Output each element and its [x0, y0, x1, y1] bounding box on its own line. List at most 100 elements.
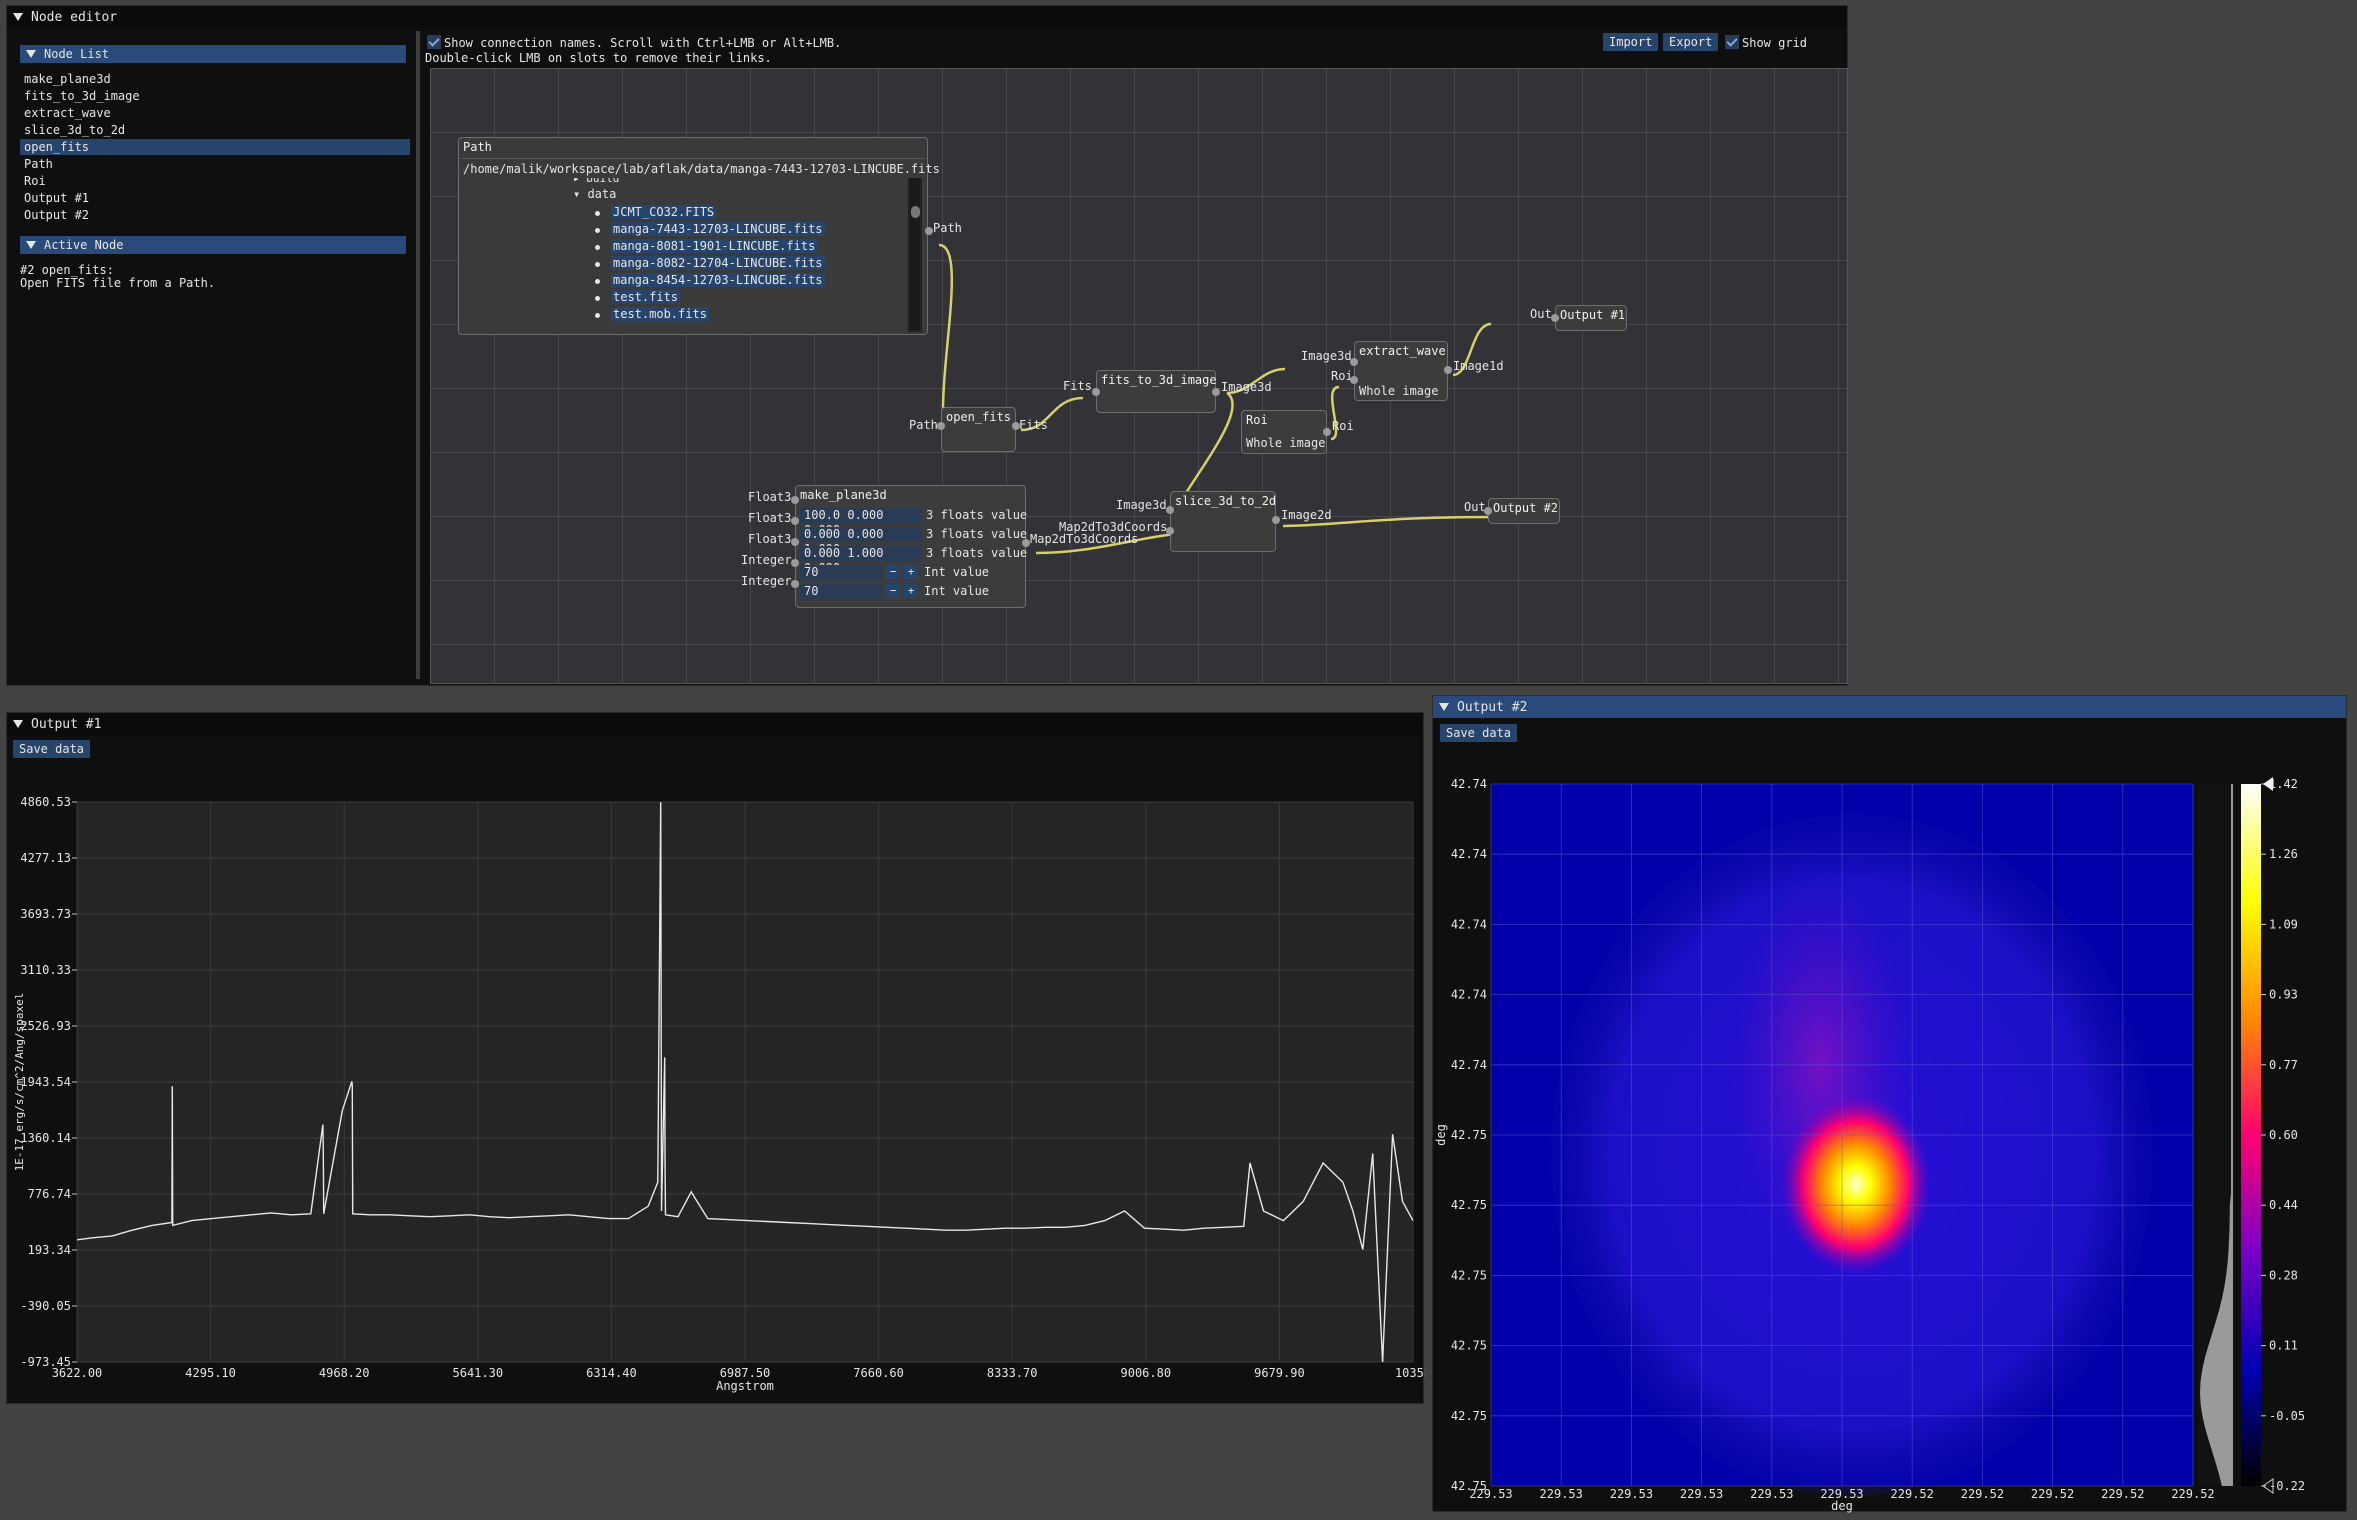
show-grid-checkbox[interactable] [1725, 35, 1739, 49]
int-input[interactable]: 70 [800, 565, 882, 580]
decrement-button[interactable]: − [886, 584, 900, 598]
node-list-item[interactable]: open_fits [20, 139, 410, 155]
extract-wave-output-slot[interactable] [1444, 366, 1452, 374]
output1-titlebar[interactable]: Output #1 [7, 713, 1423, 735]
colorbar-tick-label: -0.22 [2269, 1479, 2305, 1493]
make-plane3d-node[interactable]: make_plane3d 100.0 0.000 0.0003 floats v… [795, 485, 1027, 608]
collapse-triangle-icon[interactable] [13, 720, 23, 728]
active-node-header[interactable]: Active Node [20, 236, 406, 254]
open-fits-input-slot[interactable] [937, 422, 945, 430]
collapse-triangle-icon[interactable] [26, 241, 36, 249]
y-tick-label: 4860.53 [20, 795, 71, 809]
slice-3d-to-2d-node[interactable]: slice_3d_to_2d [1170, 491, 1276, 552]
plane-input-slot[interactable] [791, 496, 799, 504]
file-item[interactable]: manga-8081-1901-LINCUBE.fits [611, 239, 818, 253]
node-list-item[interactable]: make_plane3d [20, 71, 410, 87]
increment-button[interactable]: + [904, 584, 918, 598]
roi-node[interactable]: Roi Whole image [1241, 410, 1327, 454]
node-list-item[interactable]: Roi [20, 173, 410, 189]
output1-node[interactable]: Output #1 [1555, 305, 1627, 331]
show-connection-names-label: Show connection names. Scroll with Ctrl+… [444, 36, 842, 50]
y-tick-label: 42.74 [1451, 988, 1487, 1002]
colorbar-max-handle-icon[interactable] [2263, 777, 2273, 791]
colorbar-tick-label: 1.42 [2269, 777, 2298, 791]
file-item[interactable]: manga-8082-12704-LINCUBE.fits [611, 256, 825, 270]
slice-input2-slot[interactable] [1166, 527, 1174, 535]
colorbar-tick-label: 0.11 [2269, 1339, 2298, 1353]
export-button[interactable]: Export [1663, 33, 1719, 51]
slice-input1-slot[interactable] [1166, 506, 1174, 514]
file-item[interactable]: manga-7443-12703-LINCUBE.fits [611, 222, 825, 236]
node-list-item[interactable]: Output #1 [20, 190, 410, 206]
open-fits-node[interactable]: open_fits [941, 407, 1016, 452]
make-plane3d-output-label: Map2dTo3dCoords [1030, 532, 1139, 546]
colorbar-tick-label: 0.28 [2269, 1268, 2298, 1282]
float3-input[interactable]: 100.0 0.000 0.000 [800, 508, 922, 537]
slice-output-slot[interactable] [1272, 516, 1280, 524]
spectrum-plot[interactable]: 3622.00 4295.10 4968.20 5641.30 6314.40 6987.… [7, 735, 1425, 1395]
plane-input-slot[interactable] [791, 538, 799, 546]
bullet-icon [595, 313, 600, 318]
node-list-item[interactable]: Output #2 [20, 207, 410, 223]
node-list-panel: Node List make_plane3d fits_to_3d_image ex… [12, 31, 410, 679]
y-tick-label: 42.74 [1451, 917, 1487, 931]
path-output-slot[interactable] [925, 227, 933, 235]
plane-input-slot[interactable] [791, 580, 799, 588]
file-tree[interactable]: ▸ build ▾ data JCMT_CO32.FITS manga-7443-… [463, 178, 911, 332]
x-tick-label: 5641.30 [453, 1366, 504, 1380]
file-item[interactable]: test.mob.fits [611, 307, 709, 321]
output1-input-slot[interactable] [1551, 314, 1559, 322]
node-editor-titlebar[interactable]: Node editor [7, 6, 1847, 28]
fits-to-3d-output-slot[interactable] [1212, 388, 1220, 396]
panel-splitter[interactable] [416, 31, 420, 679]
show-connection-names-checkbox[interactable] [427, 35, 441, 49]
node-list-item[interactable]: extract_wave [20, 105, 410, 121]
file-item[interactable]: JCMT_CO32.FITS [611, 205, 717, 219]
extract-wave-input1-label: Image3d [1301, 349, 1352, 363]
y-tick-label: 42.75 [1451, 1479, 1487, 1493]
extract-wave-input2-slot[interactable] [1350, 376, 1358, 384]
tree-data[interactable]: ▾ data [573, 187, 616, 201]
node-list-header[interactable]: Node List [20, 45, 406, 63]
x-tick-label: 229.53 [1610, 1487, 1653, 1501]
collapse-triangle-icon[interactable] [1439, 703, 1449, 711]
show-grid-label: Show grid [1742, 36, 1808, 50]
tree-scrollbar[interactable] [908, 178, 922, 332]
y-tick-label: 42.74 [1451, 1058, 1487, 1072]
extract-wave-input1-slot[interactable] [1350, 358, 1358, 366]
plane-input-label: Float3 [748, 532, 792, 546]
roi-output-slot[interactable] [1323, 428, 1331, 436]
file-item[interactable]: manga-8454-12703-LINCUBE.fits [611, 273, 825, 287]
import-button[interactable]: Import [1603, 33, 1659, 51]
make-plane3d-output-slot[interactable] [1022, 539, 1030, 547]
collapse-triangle-icon[interactable] [26, 50, 36, 58]
node-list-item[interactable]: fits_to_3d_image [20, 88, 410, 104]
plane-input-slot[interactable] [791, 517, 799, 525]
node-list-item[interactable]: slice_3d_to_2d [20, 122, 410, 138]
int-input[interactable]: 70 [800, 584, 882, 599]
float3-input[interactable]: 0.000 1.000 0.000 [800, 546, 922, 575]
path-node[interactable]: Path /home/malik/workspace/lab/aflak/dat… [458, 137, 940, 335]
plane-input-label: Float3 [748, 490, 792, 504]
output2-input-slot[interactable] [1484, 507, 1492, 515]
float3-input[interactable]: 0.000 0.000 1.000 [800, 527, 922, 556]
heatmap-plot[interactable]: 229.53 229.53 229.53 229.53 229.53 229.53 229.… [1433, 718, 2348, 1513]
fits-to-3d-image-node[interactable]: fits_to_3d_image [1096, 370, 1217, 413]
collapse-triangle-icon[interactable] [13, 13, 23, 21]
extract-wave-node[interactable]: extract_wave Whole image [1354, 341, 1448, 401]
fits-to-3d-input-slot[interactable] [1092, 388, 1100, 396]
scrollbar-thumb[interactable] [911, 206, 920, 218]
plane-input-label: Integer [741, 574, 792, 588]
node-list-item[interactable]: Path [20, 156, 410, 172]
path-value[interactable]: /home/malik/workspace/lab/aflak/data/man… [463, 162, 940, 176]
increment-button[interactable]: + [904, 565, 918, 579]
decrement-button[interactable]: − [886, 565, 900, 579]
y-tick-label: 3693.73 [20, 907, 71, 921]
output2-titlebar[interactable]: Output #2 [1433, 696, 2346, 718]
plane-input-slot[interactable] [791, 559, 799, 567]
output2-node[interactable]: Output #2 [1488, 498, 1560, 524]
tree-build[interactable]: ▸ build [573, 178, 619, 185]
file-item[interactable]: test.fits [611, 290, 681, 304]
path-output-label: Path [933, 221, 962, 235]
x-tick-label: 229.52 [1891, 1487, 1934, 1501]
